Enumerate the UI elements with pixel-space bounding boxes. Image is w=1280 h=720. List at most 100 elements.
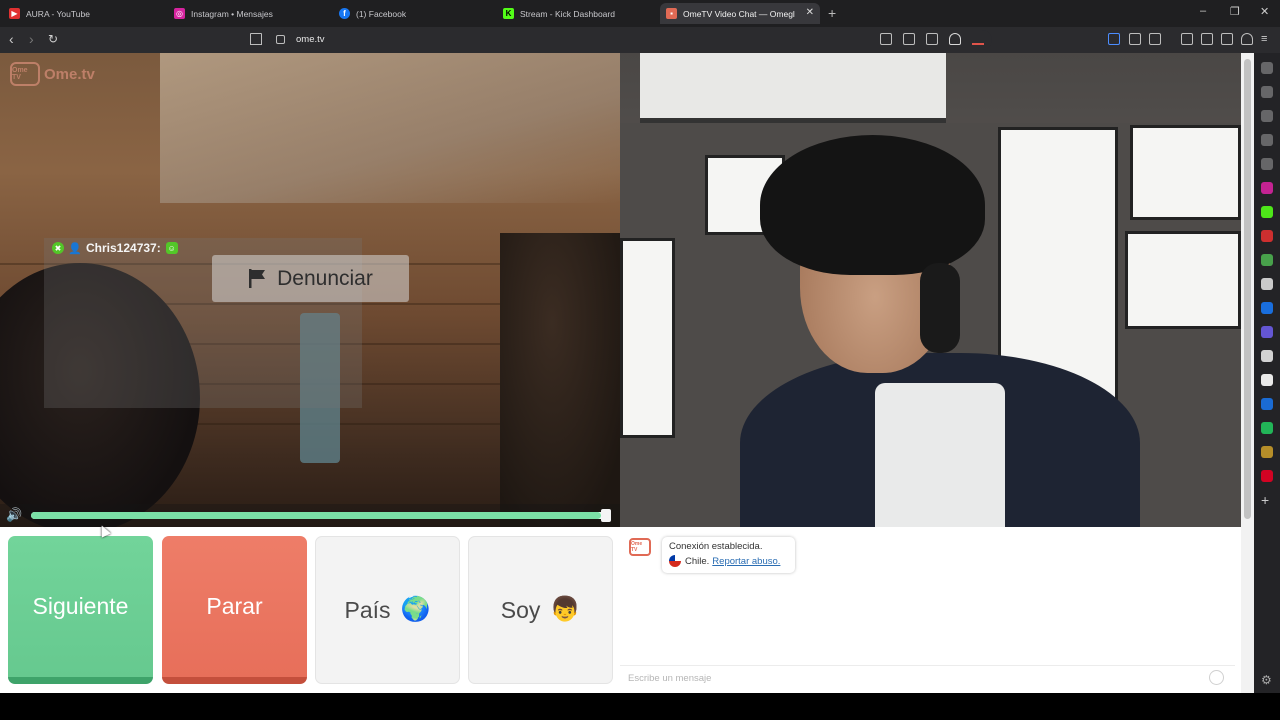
kick-icon[interactable] [1261,206,1273,218]
page-scrollbar[interactable] [1241,53,1254,693]
maximize-button[interactable]: ❐ [1230,5,1240,18]
shield-icon[interactable] [949,33,961,45]
headphones [920,263,960,353]
stranger-username: Chris124737: [86,241,161,255]
report-button[interactable]: Denunciar [212,255,409,302]
system-message: Conexión establecida. Chile. Reportar ab… [662,537,795,573]
stop-button[interactable]: Parar [162,536,307,684]
boy-icon: 👦 [550,596,581,623]
volume-control[interactable]: 🔊 [0,504,620,527]
browser-window: ▶ AURA - YouTube ◎ Instagram • Mensajes … [0,0,1280,720]
reload-icon[interactable]: ↻ [48,32,58,46]
country-label: País [344,596,391,623]
scrollbar-thumb[interactable] [1244,59,1251,519]
toolbar: ‹ › ↻ ome.tv ≡ [0,27,1280,53]
extension-icon[interactable] [1261,62,1273,74]
country-button[interactable]: País 🌍 [315,536,460,684]
cast-icon[interactable] [880,33,892,45]
add-extension-icon[interactable]: + [1261,493,1273,507]
tab-ometv[interactable]: ▪ OmeTV Video Chat — Omegl ✕ [660,3,820,24]
ai-icon[interactable] [1221,33,1233,45]
settings-icon[interactable]: ⚙ [1261,673,1272,687]
country-message: Chile. Reportar abuso. [669,555,795,567]
translate-icon[interactable] [1261,398,1273,410]
youtube-icon[interactable] [1261,230,1273,242]
translate-icon[interactable] [903,33,915,45]
bookmark-icon[interactable] [250,33,262,45]
self-video [620,53,1241,527]
tab-close-icon[interactable]: ✕ [806,7,814,18]
new-tab-button[interactable]: + [828,5,836,21]
reader-icon[interactable] [1261,158,1273,170]
kick-icon: ✖ [52,242,64,254]
chat-message-input[interactable] [628,671,1188,686]
minimize-button[interactable]: – [1200,5,1206,17]
messenger-icon[interactable] [1261,110,1273,122]
facebook-icon[interactable] [1261,302,1273,314]
tiktok-icon[interactable] [1261,374,1273,386]
volume-handle[interactable] [601,509,611,522]
pinterest-icon[interactable] [1261,470,1273,482]
tab-youtube[interactable]: ▶ AURA - YouTube [9,3,159,24]
bottom-strip [0,693,1280,720]
stranger-person-right [500,233,620,527]
wallet-icon[interactable] [1201,33,1213,45]
speech-icon[interactable] [1108,33,1120,45]
gender-button[interactable]: Soy 👦 [468,536,613,684]
tab-title: OmeTV Video Chat — Omegl [683,8,795,19]
menu-icon[interactable]: ≡ [1261,32,1267,46]
close-window-button[interactable]: ✕ [1260,5,1269,18]
instagram-icon: ◎ [174,8,185,19]
stop-label: Parar [206,593,263,619]
volume-fill [31,512,602,519]
tab-groups-icon[interactable] [1149,33,1161,45]
tab-kick[interactable]: K Stream - Kick Dashboard [503,3,653,24]
tab-bar: ▶ AURA - YouTube ◎ Instagram • Mensajes … [0,0,1280,27]
tab-title: (1) Facebook [356,8,407,19]
next-button[interactable]: Siguiente [8,536,153,684]
forward-icon[interactable]: › [29,32,34,46]
tab-title: Instagram • Mensajes [191,8,273,19]
ometv-icon: ▪ [666,8,677,19]
chile-flag-icon [669,555,681,567]
tab-facebook[interactable]: f (1) Facebook [339,3,489,24]
speaker-icon[interactable]: 🔊 [6,507,22,523]
site-info-icon[interactable] [276,35,285,44]
facebook-icon: f [339,8,350,19]
flag-icon [248,269,268,288]
report-label: Denunciar [277,266,373,290]
volume-slider[interactable] [31,512,607,519]
sidebar-icon[interactable] [1181,33,1193,45]
extension-sidebar: + [1254,53,1280,693]
ceiling [160,53,620,203]
stranger-overlay: ✖ 👤 Chris124737: ☺ Denunciar [44,238,409,408]
history-icon[interactable] [1261,134,1273,146]
instagram-icon[interactable] [1261,182,1273,194]
report-abuse-link[interactable]: Reportar abuso. [712,556,780,567]
messenger-app-icon[interactable] [1261,326,1273,338]
photo-icon[interactable] [1261,350,1273,362]
gender-label: Soy [500,596,541,623]
self-shirt [875,383,1005,527]
connection-message: Conexión establecida. [669,541,763,552]
tab-instagram[interactable]: ◎ Instagram • Mensajes [174,3,324,24]
next-label: Siguiente [32,593,129,619]
divider-icon[interactable] [1261,446,1273,458]
tab-title: AURA - YouTube [26,8,90,19]
ometv-logo: Ome TV Ome.tv [10,62,95,86]
user-icon: 👤 [68,242,82,255]
vpn-icon[interactable] [1241,33,1253,45]
back-icon[interactable]: ‹ [9,32,14,46]
x-icon[interactable] [1261,278,1273,290]
logo-text: Ome.tv [44,65,95,83]
ometv-badge-icon: Ome TV [629,538,651,556]
wall-poster [620,238,675,438]
share-icon[interactable] [926,33,938,45]
emoji-icon[interactable] [1209,670,1224,685]
extensions-icon[interactable] [1129,33,1141,45]
wall-tv [640,53,946,123]
vpn-icon[interactable] [1261,422,1273,434]
wallet-icon[interactable] [1261,86,1273,98]
maps-icon[interactable] [1261,254,1273,266]
rewards-icon[interactable] [972,33,984,45]
